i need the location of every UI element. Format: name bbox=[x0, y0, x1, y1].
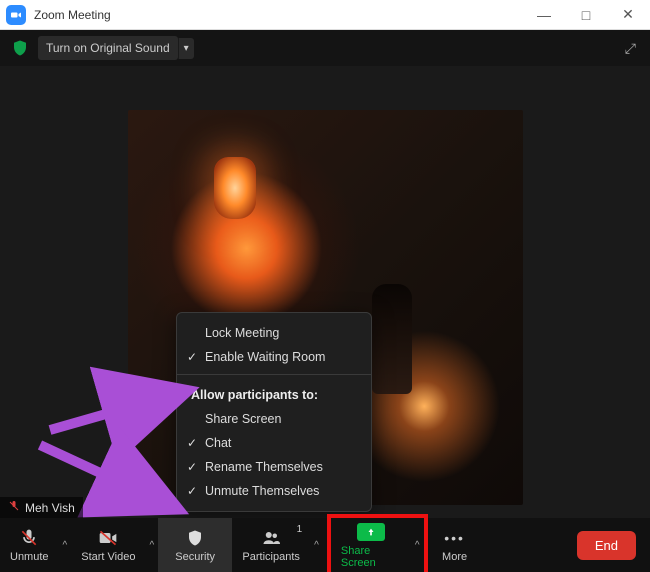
participant-name-tag: Meh Vish bbox=[0, 497, 83, 518]
security-label: Security bbox=[175, 551, 215, 563]
participants-group: 1 Participants ^ bbox=[232, 518, 323, 572]
menu-item-chat[interactable]: Chat bbox=[177, 431, 371, 455]
security-button[interactable]: Security bbox=[158, 518, 232, 572]
unmute-group: Unmute ^ bbox=[0, 518, 71, 572]
unmute-label: Unmute bbox=[10, 551, 49, 563]
participants-label: Participants bbox=[242, 551, 299, 563]
shield-icon bbox=[186, 528, 204, 548]
more-label: More bbox=[442, 551, 467, 563]
camera-off-icon bbox=[97, 528, 119, 548]
close-window-button[interactable]: ✕ bbox=[616, 0, 640, 30]
video-group: Start Video ^ bbox=[71, 518, 158, 572]
menu-header-allow: Allow participants to: bbox=[177, 380, 371, 407]
mic-muted-icon bbox=[19, 528, 39, 548]
window-title: Zoom Meeting bbox=[34, 8, 532, 22]
encryption-shield-icon[interactable] bbox=[10, 38, 30, 58]
zoom-window: Zoom Meeting — □ ✕ Turn on Original Soun… bbox=[0, 0, 650, 572]
original-sound-button[interactable]: Turn on Original Sound bbox=[38, 36, 178, 60]
security-menu: Lock Meeting Enable Waiting Room Allow p… bbox=[176, 312, 372, 512]
maximize-button[interactable]: □ bbox=[574, 0, 598, 30]
share-screen-highlight: Share Screen ^ bbox=[327, 514, 428, 572]
start-video-button[interactable]: Start Video bbox=[71, 518, 145, 572]
meeting-toolbar: Unmute ^ Start Video ^ Security 1 bbox=[0, 518, 650, 572]
menu-item-waiting-room[interactable]: Enable Waiting Room bbox=[177, 345, 371, 369]
share-screen-button[interactable]: Share Screen bbox=[331, 518, 411, 572]
fullscreen-icon[interactable]: ⤢ bbox=[625, 40, 636, 57]
menu-divider bbox=[177, 374, 371, 375]
original-sound-caret[interactable]: ▾ bbox=[178, 38, 194, 59]
zoom-logo-icon bbox=[6, 5, 26, 25]
participants-caret[interactable]: ^ bbox=[310, 540, 323, 551]
video-options-caret[interactable]: ^ bbox=[145, 540, 158, 551]
menu-item-unmute[interactable]: Unmute Themselves bbox=[177, 479, 371, 503]
participants-count: 1 bbox=[297, 524, 303, 535]
start-video-label: Start Video bbox=[81, 551, 135, 563]
end-label: End bbox=[595, 538, 618, 553]
meeting-top-bar: Turn on Original Sound ▾ ⤢ bbox=[0, 30, 650, 66]
participants-icon bbox=[259, 528, 283, 548]
share-options-caret[interactable]: ^ bbox=[411, 540, 424, 551]
window-controls: — □ ✕ bbox=[532, 0, 640, 30]
end-meeting-button[interactable]: End bbox=[577, 531, 636, 560]
original-sound-label: Turn on Original Sound bbox=[46, 41, 170, 55]
more-button[interactable]: ••• More bbox=[428, 518, 482, 572]
participant-name-label: Meh Vish bbox=[25, 501, 75, 515]
audio-options-caret[interactable]: ^ bbox=[59, 540, 72, 551]
muted-mic-icon bbox=[8, 500, 20, 515]
titlebar: Zoom Meeting — □ ✕ bbox=[0, 0, 650, 30]
participants-button[interactable]: 1 Participants bbox=[232, 518, 310, 572]
share-screen-icon bbox=[357, 522, 385, 542]
unmute-button[interactable]: Unmute bbox=[0, 518, 59, 572]
share-screen-label: Share Screen bbox=[341, 545, 401, 569]
menu-item-share-screen[interactable]: Share Screen bbox=[177, 407, 371, 431]
more-icon: ••• bbox=[444, 528, 465, 548]
menu-item-rename[interactable]: Rename Themselves bbox=[177, 455, 371, 479]
minimize-button[interactable]: — bbox=[532, 0, 556, 30]
menu-item-lock-meeting[interactable]: Lock Meeting bbox=[177, 321, 371, 345]
